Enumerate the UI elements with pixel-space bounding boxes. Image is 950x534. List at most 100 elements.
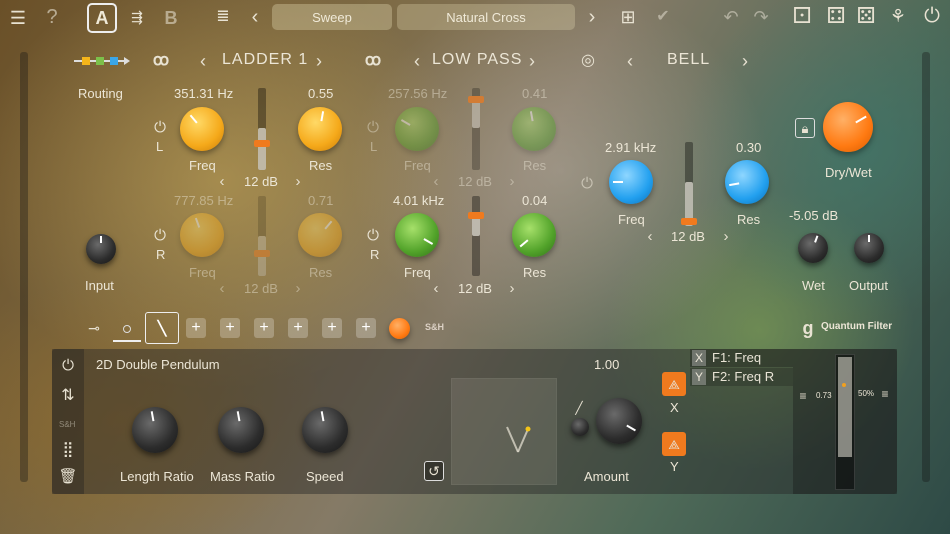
preset-b-button[interactable]: B <box>158 5 184 31</box>
lowpass-l-power-icon[interactable]: ⏻ <box>364 118 382 136</box>
lowpass-r-res-knob[interactable] <box>512 213 556 257</box>
target-y-row[interactable]: Y F2: Freq R <box>690 368 793 386</box>
preset-list-icon[interactable]: ≣ <box>210 6 236 28</box>
mod-tab-lfo[interactable] <box>113 316 141 342</box>
wet-knob[interactable] <box>798 233 828 263</box>
mod-amount-mini-knob[interactable] <box>389 318 410 339</box>
ladder-l-slope-next-icon[interactable]: › <box>292 173 304 189</box>
ladder-l-slope-prev-icon[interactable]: ‹ <box>216 173 228 189</box>
filter2-prev-icon[interactable]: ‹ <box>410 51 424 71</box>
filter1-prev-icon[interactable]: ‹ <box>196 51 210 71</box>
lowpass-r-slope-prev-icon[interactable]: ‹ <box>430 280 442 296</box>
filter3-prev-icon[interactable]: ‹ <box>623 51 637 71</box>
preset-name-display[interactable]: Natural Cross <box>397 4 575 30</box>
bell-res-knob[interactable] <box>725 160 769 204</box>
length-ratio-knob[interactable] <box>132 407 178 453</box>
mod-side-sh-label[interactable]: S&H <box>59 420 75 429</box>
help-icon[interactable]: ? <box>42 6 62 28</box>
amount-link-icon[interactable]: ╱ <box>573 402 585 414</box>
link-filter1-icon[interactable]: ꝏ <box>148 52 174 70</box>
ladder-r-slope-next-icon[interactable]: › <box>292 280 304 296</box>
bell-slope-prev-icon[interactable]: ‹ <box>644 228 656 244</box>
ladder-r-power-icon[interactable]: ⏻ <box>151 226 169 244</box>
bell-power-icon[interactable]: ⏻ <box>578 174 596 192</box>
input-knob[interactable] <box>86 234 116 264</box>
lowpass-r-slope-slider[interactable] <box>468 196 484 276</box>
lowpass-r-res-label: Res <box>523 265 547 280</box>
lowpass-r-power-icon[interactable]: ⏻ <box>364 226 382 244</box>
lock-icon[interactable]: 🔒︎ <box>795 118 815 138</box>
lowpass-l-slope-next-icon[interactable]: › <box>506 173 518 189</box>
target-x-row[interactable]: X F1: Freq <box>690 349 793 367</box>
mod-swap-icon[interactable]: ⇅ <box>59 386 77 406</box>
prev-preset-icon[interactable]: ‹ <box>248 7 262 27</box>
copy-a-to-b-icon[interactable]: ⇶ <box>125 6 149 28</box>
link-filter3-icon[interactable]: ◎ <box>576 51 600 71</box>
mod-power-icon[interactable]: ⏻ <box>59 356 77 374</box>
ladder-l-power-icon[interactable]: ⏻ <box>151 118 169 136</box>
mod-depth-meter[interactable] <box>835 354 855 490</box>
ladder-l-slope-slider[interactable] <box>254 88 270 170</box>
add-preset-icon[interactable]: ⊞ <box>615 6 641 28</box>
meter-left-menu-icon[interactable]: ≡ <box>797 389 809 403</box>
lowpass-l-res-knob[interactable] <box>512 107 556 151</box>
next-preset-icon[interactable]: › <box>585 7 599 27</box>
mod-delete-icon[interactable]: 🗑︎ <box>58 466 77 486</box>
power-icon[interactable]: ⏻ <box>920 4 944 28</box>
add-mod-slot-5[interactable]: + <box>322 318 342 338</box>
filter1-next-icon[interactable]: › <box>312 51 326 71</box>
mod-grid-icon[interactable]: ⣿ <box>59 440 77 458</box>
randomize-all-icon[interactable]: ⚄ <box>852 4 880 28</box>
x-target-icon[interactable]: ⟁ <box>662 372 686 396</box>
mod-routing-icon[interactable]: ⊸ <box>82 320 106 336</box>
sweep-button[interactable]: Sweep <box>272 4 392 30</box>
lowpass-l-slope-prev-icon[interactable]: ‹ <box>430 173 442 189</box>
randomize-dice-icon[interactable]: ⚀ <box>790 4 814 28</box>
lowpass-l-slope-slider[interactable] <box>468 88 484 170</box>
filter2-type-label[interactable]: LOW PASS <box>432 51 522 69</box>
add-mod-slot-2[interactable]: + <box>220 318 240 338</box>
routing-diagram-icon[interactable] <box>72 54 130 68</box>
reset-icon[interactable]: ↺ <box>424 461 444 481</box>
lowpass-r-slope-next-icon[interactable]: › <box>506 280 518 296</box>
preset-a-button[interactable]: A <box>87 3 117 33</box>
lowpass-l-freq-knob[interactable] <box>395 107 439 151</box>
ladder-r-slope-prev-icon[interactable]: ‹ <box>216 280 228 296</box>
routing-tree-icon[interactable]: ⚘ <box>885 4 911 28</box>
ladder-r-res-knob[interactable] <box>298 213 342 257</box>
save-preset-icon[interactable]: ✔ <box>650 6 676 28</box>
bell-freq-knob[interactable] <box>609 160 653 204</box>
sh-tab-label[interactable]: S&H <box>425 322 444 332</box>
bell-slope-slider[interactable] <box>681 142 697 226</box>
filter3-type-label[interactable]: BELL <box>667 51 710 69</box>
add-mod-slot-1[interactable]: + <box>186 318 206 338</box>
mod-tab-pendulum[interactable]: ╲ <box>145 312 179 344</box>
y-target-icon[interactable]: ⟁ <box>662 432 686 456</box>
add-mod-slot-4[interactable]: + <box>288 318 308 338</box>
ladder-r-freq-knob[interactable] <box>180 213 224 257</box>
meter-right-menu-icon[interactable]: ≡ <box>879 387 891 401</box>
amount-small-knob[interactable] <box>571 418 589 436</box>
output-knob[interactable] <box>854 233 884 263</box>
drywet-knob[interactable] <box>823 102 873 152</box>
ladder-l-freq-knob[interactable] <box>180 107 224 151</box>
menu-icon[interactable]: ☰ <box>8 8 28 28</box>
link-filter2-icon[interactable]: ꝏ <box>360 52 386 70</box>
add-mod-slot-3[interactable]: + <box>254 318 274 338</box>
undo-icon[interactable]: ↶ <box>720 6 742 28</box>
bell-res-label: Res <box>737 212 761 227</box>
add-mod-slot-6[interactable]: + <box>356 318 376 338</box>
lowpass-r-freq-knob[interactable] <box>395 213 439 257</box>
randomize-filters-icon[interactable]: ⚃ <box>824 4 848 28</box>
redo-icon[interactable]: ↷ <box>750 6 772 28</box>
filter2-next-icon[interactable]: › <box>525 51 539 71</box>
bell-slope-next-icon[interactable]: › <box>720 228 732 244</box>
pendulum-display <box>451 378 557 485</box>
ladder-l-res-knob[interactable] <box>298 107 342 151</box>
mass-ratio-knob[interactable] <box>218 407 264 453</box>
filter3-next-icon[interactable]: › <box>738 51 752 71</box>
speed-knob[interactable] <box>302 407 348 453</box>
ladder-r-slope-slider[interactable] <box>254 196 270 276</box>
amount-knob[interactable] <box>596 398 642 444</box>
filter1-type-label[interactable]: LADDER 1 <box>222 51 308 69</box>
